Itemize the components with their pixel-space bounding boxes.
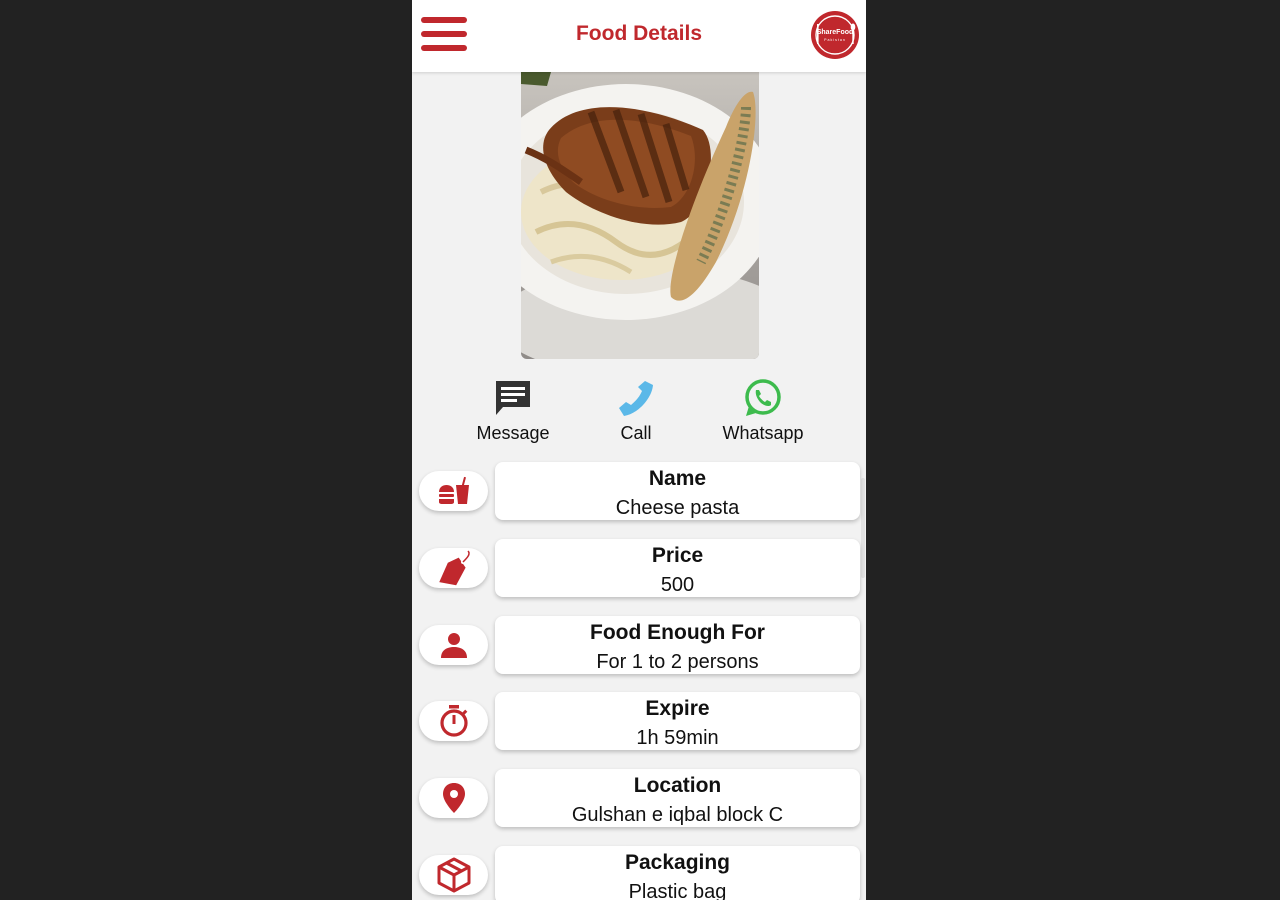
call-button[interactable]: Call — [576, 372, 696, 444]
detail-value: 500 — [660, 574, 695, 596]
message-button[interactable]: Message — [453, 372, 573, 444]
logo-subtext: Pakistan — [824, 38, 846, 42]
whatsapp-icon — [745, 379, 781, 416]
detail-key: Food Enough For — [590, 621, 765, 644]
page-title: Food Details — [575, 22, 702, 45]
person-icon — [419, 625, 488, 665]
message-icon — [496, 381, 530, 415]
detail-card: Expire 1h 59min — [495, 692, 860, 750]
detail-row-packaging: Packaging Plastic bag — [412, 846, 866, 900]
detail-card: Price 500 — [495, 539, 860, 597]
contact-actions: Message Call Whatsapp — [412, 372, 866, 452]
food-photo — [521, 72, 759, 359]
message-label: Message — [476, 423, 550, 443]
app-bar: Food Details ShareFood Pakistan — [412, 0, 866, 72]
price-tag-icon — [419, 548, 488, 588]
detail-row-location: Location Gulshan e iqbal block C — [412, 769, 866, 829]
detail-value: For 1 to 2 persons — [596, 651, 759, 673]
detail-row-name: Name Cheese pasta — [412, 462, 866, 522]
sharefood-logo[interactable]: ShareFood Pakistan — [810, 10, 860, 60]
location-pin-icon — [419, 778, 488, 818]
box-icon — [419, 855, 488, 895]
detail-card: Location Gulshan e iqbal block C — [495, 769, 860, 827]
detail-card: Name Cheese pasta — [495, 462, 860, 520]
detail-key: Packaging — [624, 851, 731, 874]
detail-card: Food Enough For For 1 to 2 persons — [495, 616, 860, 674]
phone-screen: Food Details ShareFood Pakistan Message … — [412, 0, 866, 900]
detail-key: Expire — [645, 697, 710, 720]
detail-key: Location — [633, 774, 722, 797]
detail-card: Packaging Plastic bag — [495, 846, 860, 900]
phone-icon — [619, 381, 653, 416]
whatsapp-label: Whatsapp — [722, 423, 804, 443]
detail-value: 1h 59min — [636, 727, 719, 749]
detail-row-price: Price 500 — [412, 539, 866, 599]
logo-text: ShareFood — [817, 29, 854, 36]
detail-value: Plastic bag — [628, 881, 727, 900]
fastfood-icon — [419, 471, 488, 511]
detail-row-expire: Expire 1h 59min — [412, 692, 866, 752]
whatsapp-button[interactable]: Whatsapp — [703, 372, 823, 444]
detail-key: Price — [651, 544, 704, 567]
detail-row-food-enough-for: Food Enough For For 1 to 2 persons — [412, 616, 866, 676]
call-label: Call — [620, 423, 652, 443]
detail-value: Gulshan e iqbal block C — [571, 804, 784, 826]
detail-value: Cheese pasta — [615, 497, 740, 519]
timer-icon — [419, 701, 488, 741]
detail-key: Name — [648, 467, 707, 490]
